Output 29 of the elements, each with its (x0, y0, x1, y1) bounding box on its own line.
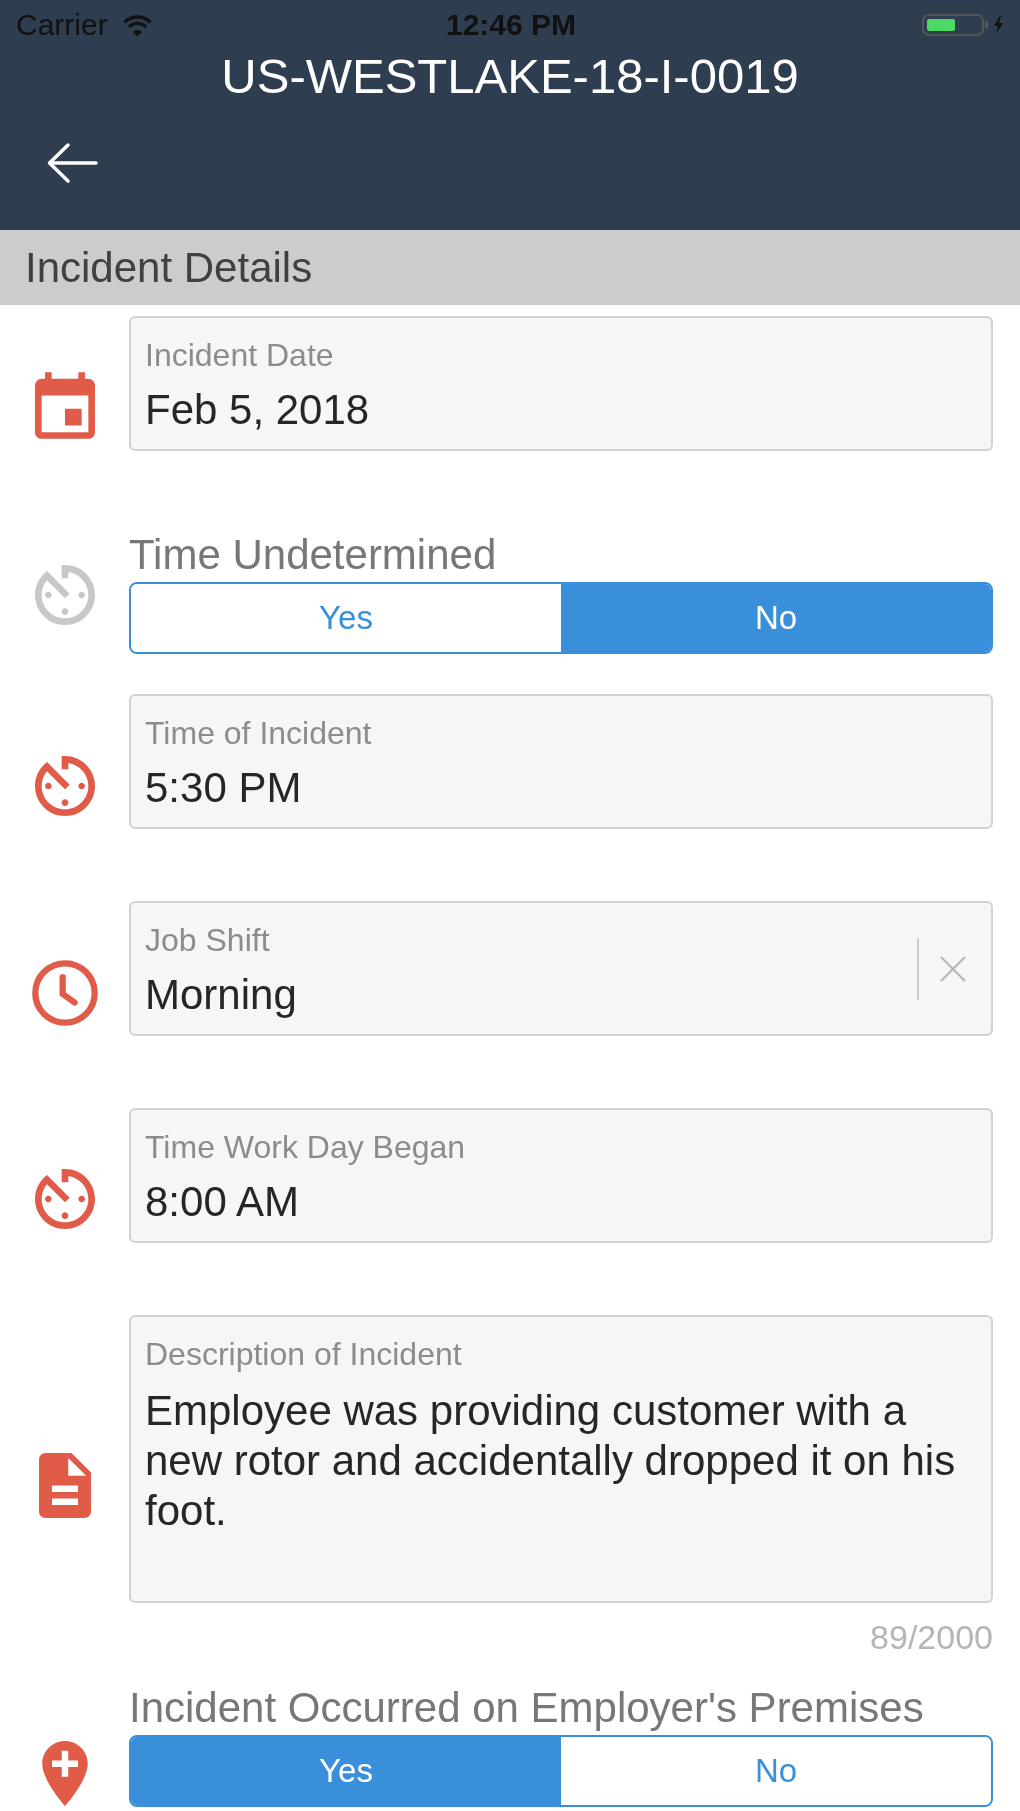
segmented-control[interactable]: Yes No (129, 582, 993, 654)
input-field[interactable]: Incident Date Feb 5, 2018 (129, 316, 993, 451)
segmented-control[interactable]: Yes No (129, 1735, 993, 1807)
toggle-label: Incident Occurred on Employer's Premises (129, 1685, 924, 1731)
section-header: Incident Details (0, 230, 1020, 305)
field-value: Feb 5, 2018 (145, 385, 370, 435)
field-value: 5:30 PM (145, 763, 302, 813)
page-title: US-WESTLAKE-18-I-0019 (220, 50, 800, 102)
carrier-label: Carrier (16, 7, 108, 43)
battery-icon (922, 14, 1006, 36)
toggle-label: Time Undetermined (129, 532, 497, 578)
field-value: 8:00 AM (145, 1177, 300, 1227)
field-value: Employee was providing customer with a new rotor and accidentally dropped it on his foot. (145, 1386, 957, 1536)
back-arrow-icon[interactable] (46, 142, 98, 184)
field-label: Time Work Day Began (145, 1128, 466, 1167)
input-field[interactable]: Job Shift Morning (129, 901, 993, 1036)
field-value: Morning (145, 970, 297, 1020)
input-field[interactable]: Time Work Day Began 8:00 AM (129, 1108, 993, 1243)
character-counter: 89/2000 (870, 1617, 993, 1657)
segment-option[interactable]: Yes (131, 1737, 561, 1805)
text-area[interactable]: Description of Incident Employee was providing customer with a new rotor and accidentally dropped it on his foot. (129, 1315, 993, 1603)
field-label: Incident Date (145, 336, 334, 375)
field-label: Job Shift (145, 921, 270, 960)
field-label: Time of Incident (145, 714, 372, 753)
segment-option[interactable]: No (561, 584, 991, 652)
status-time: 12:46 PM (445, 7, 577, 43)
input-field[interactable]: Time of Incident 5:30 PM (129, 694, 993, 829)
field-label: Description of Incident (145, 1335, 462, 1374)
wifi-icon (121, 13, 153, 37)
